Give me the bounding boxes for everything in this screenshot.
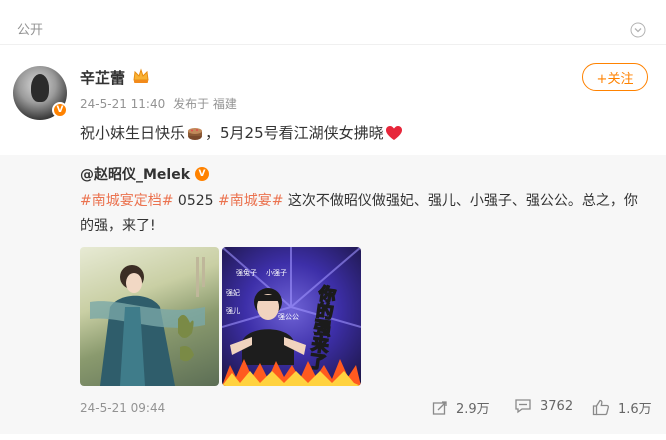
thumbs-up-icon xyxy=(592,399,610,416)
poster-illustration xyxy=(90,257,205,386)
post-topbar: 公开 xyxy=(0,0,666,45)
poster-image[interactable] xyxy=(80,247,219,386)
original-post-time[interactable]: 24-5-21 09:44 xyxy=(80,401,165,415)
original-post-text: #南城宴定档# 0525 #南城宴# 这次不做昭仪做强妃、强儿、小强子、强公公。… xyxy=(80,189,640,239)
meme-caption: 你的强来了 xyxy=(304,283,337,372)
like-action[interactable]: 1.6万 xyxy=(592,398,652,417)
repost-container[interactable]: @赵昭仪_Melek V #南城宴定档# 0525 #南城宴# 这次不做昭仪做强… xyxy=(0,155,666,434)
meme-label: 强儿 xyxy=(226,307,240,315)
post-text-part2: ，5月25号看江湖侠女拂晓 xyxy=(205,124,384,142)
author-name[interactable]: 辛芷蕾 xyxy=(80,67,125,88)
weibo-post-card: 公开 V 辛芷蕾 24-5-21 11:40 发布于 福建 +关注 祝小妹生日快… xyxy=(0,0,666,440)
repost-action[interactable]: 2.9万 xyxy=(432,398,490,417)
meme-image[interactable]: 强兔子 小强子 强妃 强儿 强公公 你的强来了 xyxy=(222,247,361,386)
post-time[interactable]: 24-5-21 11:40 xyxy=(80,97,165,111)
crown-icon xyxy=(133,68,149,83)
comment-count: 3762 xyxy=(540,398,574,414)
meme-illustration: 强兔子 小强子 强妃 强儿 强公公 你的强来了 xyxy=(222,247,361,386)
verified-badge-icon: V xyxy=(195,167,210,181)
original-author[interactable]: @赵昭仪_Melek V xyxy=(80,164,210,184)
post-location: 发布于 福建 xyxy=(173,97,237,111)
hashtag-link[interactable]: #南城宴# xyxy=(218,193,283,209)
comment-icon xyxy=(515,399,531,414)
original-author-name[interactable]: @赵昭仪_Melek xyxy=(80,164,190,184)
meme-label: 强妃 xyxy=(226,288,240,297)
heart-icon xyxy=(385,125,402,140)
meme-label: 强兔子 xyxy=(236,268,257,277)
like-count: 1.6万 xyxy=(618,402,652,417)
share-icon xyxy=(432,400,447,415)
post-text-part1: 祝小妹生日快乐 xyxy=(80,124,186,142)
hashtag-link[interactable]: #南城宴定档# xyxy=(80,193,173,209)
cake-icon xyxy=(188,127,203,140)
avatar-figure xyxy=(31,74,49,102)
chevron-down-icon[interactable] xyxy=(630,22,646,38)
post-meta: 24-5-21 11:40 发布于 福建 xyxy=(80,95,241,112)
meme-label: 强公公 xyxy=(278,313,299,321)
comment-action[interactable]: 3762 xyxy=(514,398,573,414)
repost-count: 2.9万 xyxy=(456,402,490,417)
post-text: 祝小妹生日快乐 ，5月25号看江湖侠女拂晓 xyxy=(80,122,404,143)
original-text-mid: 0525 xyxy=(173,193,218,209)
visibility-label: 公开 xyxy=(17,23,44,38)
follow-label: +关注 xyxy=(596,71,634,87)
follow-button[interactable]: +关注 xyxy=(582,63,648,91)
meme-label: 小强子 xyxy=(266,268,287,277)
verified-badge-icon: V xyxy=(52,102,68,118)
